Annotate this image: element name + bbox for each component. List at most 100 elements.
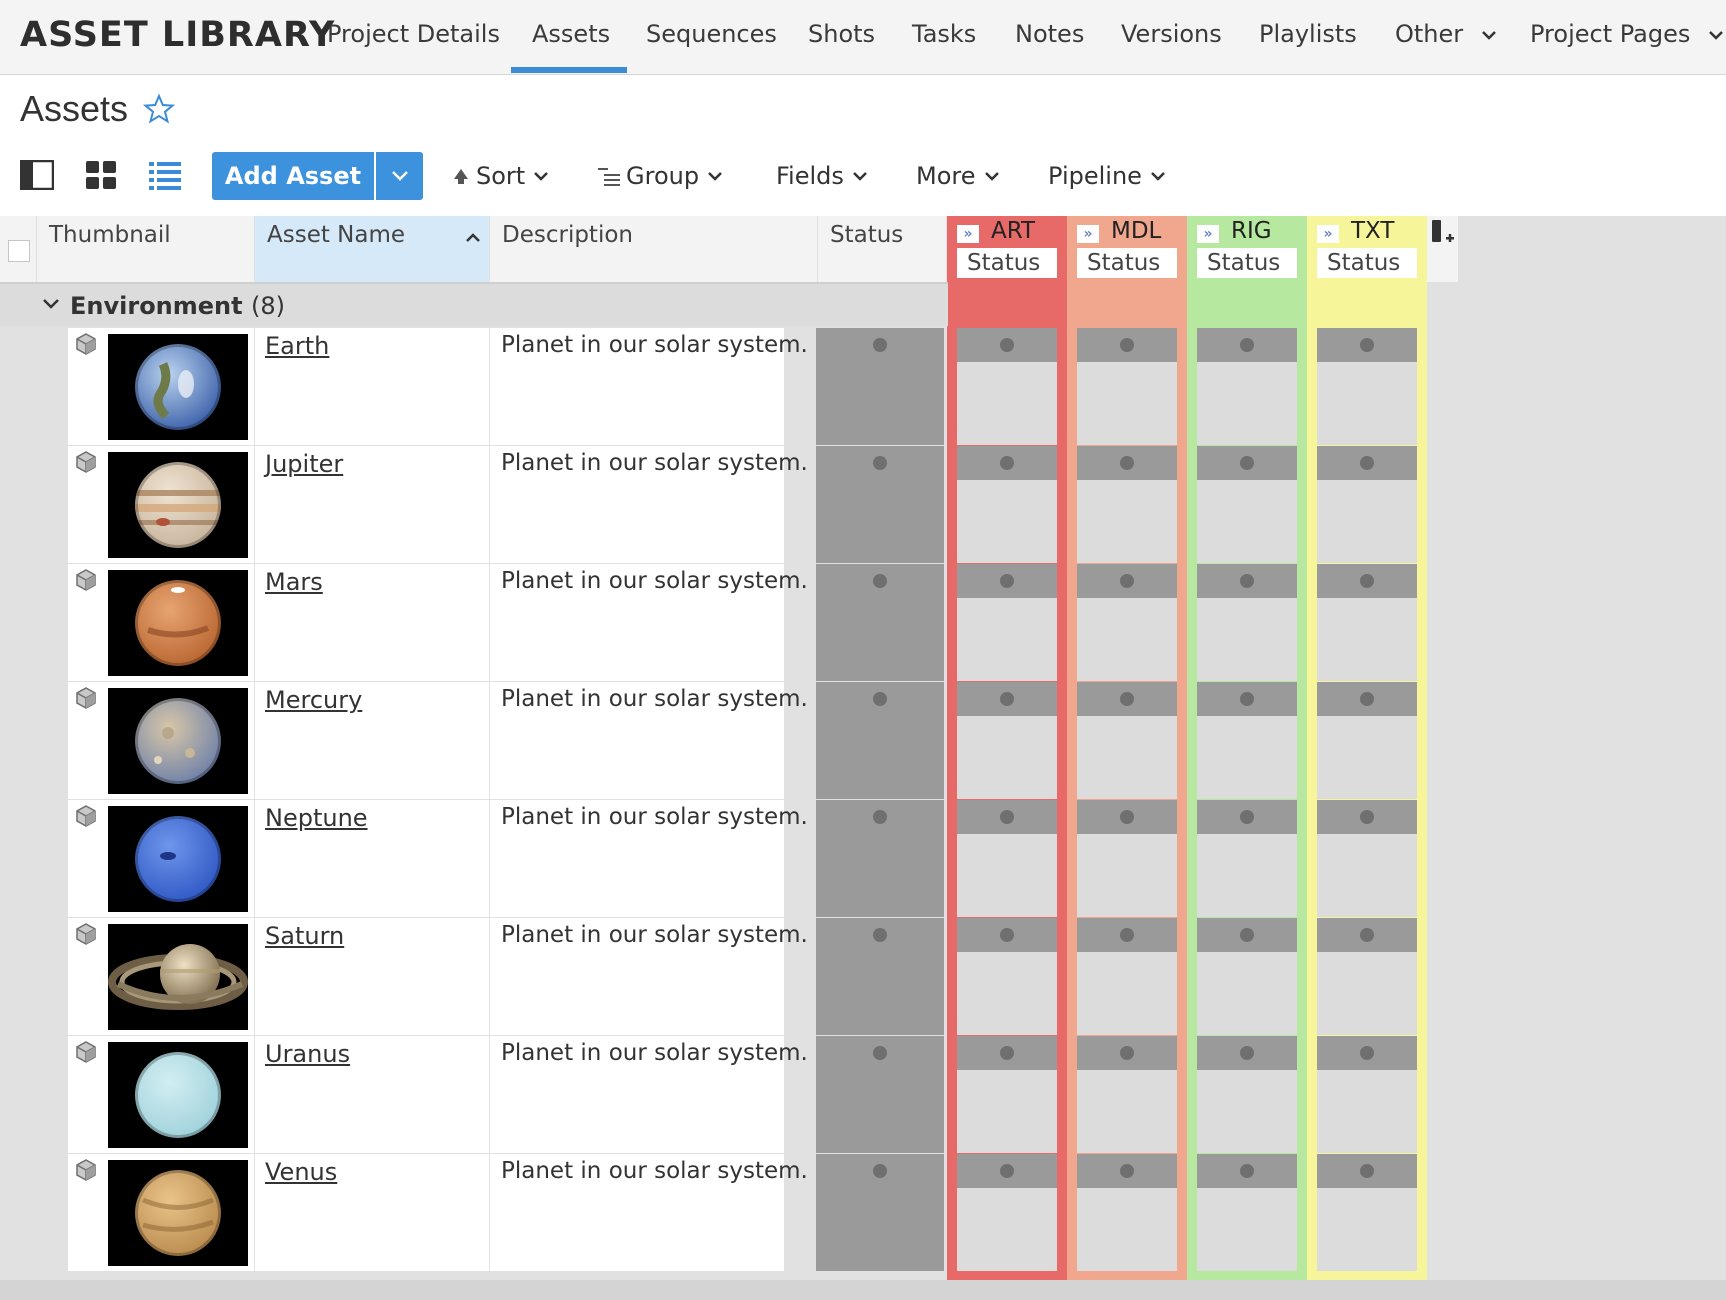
expand-step-icon[interactable]: » bbox=[1077, 225, 1099, 243]
pipeline-status-cell[interactable] bbox=[1317, 1036, 1417, 1153]
description-cell[interactable]: Planet in our solar system. bbox=[490, 918, 808, 1035]
asset-name-link[interactable]: Mars bbox=[265, 568, 323, 596]
table-row[interactable]: Jupiter Planet in our solar system. bbox=[68, 446, 1428, 564]
pipeline-status-cell[interactable] bbox=[1197, 564, 1297, 681]
asset-name-link[interactable]: Earth bbox=[265, 332, 329, 360]
asset-thumbnail-image[interactable] bbox=[108, 452, 248, 558]
description-cell[interactable]: Planet in our solar system. bbox=[490, 1154, 808, 1271]
nav-other[interactable]: Other bbox=[1395, 20, 1497, 75]
nav-tasks[interactable]: Tasks bbox=[912, 20, 976, 75]
pipeline-status-cell[interactable] bbox=[957, 446, 1057, 563]
pipeline-status-cell[interactable] bbox=[1317, 682, 1417, 799]
thumbnail-cell[interactable] bbox=[68, 918, 254, 1035]
status-cell[interactable] bbox=[816, 1154, 944, 1271]
pipeline-status-cell[interactable] bbox=[1077, 682, 1177, 799]
pipeline-step-status-header[interactable]: Status bbox=[1197, 248, 1297, 278]
thumbnail-cell[interactable] bbox=[68, 564, 254, 681]
asset-thumbnail-image[interactable] bbox=[108, 1160, 248, 1266]
pipeline-status-cell[interactable] bbox=[957, 682, 1057, 799]
nav-playlists[interactable]: Playlists bbox=[1259, 20, 1357, 75]
table-row[interactable]: Venus Planet in our solar system. bbox=[68, 1154, 1428, 1272]
asset-thumbnail-image[interactable] bbox=[108, 1042, 248, 1148]
pipeline-status-cell[interactable] bbox=[957, 1036, 1057, 1153]
fields-menu[interactable]: Fields bbox=[776, 162, 868, 190]
group-menu[interactable]: Group bbox=[598, 162, 723, 190]
pipeline-status-cell[interactable] bbox=[1077, 1154, 1177, 1271]
status-cell[interactable] bbox=[816, 564, 944, 681]
detail-view-icon[interactable] bbox=[20, 160, 54, 190]
column-header-status[interactable]: Status bbox=[818, 216, 946, 282]
thumbnail-cell[interactable] bbox=[68, 1036, 254, 1153]
asset-name-link[interactable]: Venus bbox=[265, 1158, 337, 1186]
asset-thumbnail-image[interactable] bbox=[108, 570, 248, 676]
pipeline-step-status-header[interactable]: Status bbox=[957, 248, 1057, 278]
description-cell[interactable]: Planet in our solar system. bbox=[490, 446, 808, 563]
pipeline-step-status-header[interactable]: Status bbox=[1317, 248, 1417, 278]
asset-thumbnail-image[interactable] bbox=[108, 806, 248, 912]
pipeline-step-header[interactable]: » ART bbox=[947, 216, 1067, 246]
nav-sequences[interactable]: Sequences bbox=[646, 20, 777, 75]
pipeline-status-cell[interactable] bbox=[1197, 1036, 1297, 1153]
nav-project-details[interactable]: Project Details bbox=[327, 20, 500, 75]
nav-project-pages[interactable]: Project Pages bbox=[1530, 20, 1724, 75]
nav-versions[interactable]: Versions bbox=[1121, 20, 1222, 75]
pipeline-status-cell[interactable] bbox=[1317, 328, 1417, 445]
pipeline-status-cell[interactable] bbox=[1077, 446, 1177, 563]
pipeline-status-cell[interactable] bbox=[957, 800, 1057, 917]
pipeline-status-cell[interactable] bbox=[957, 1154, 1057, 1271]
pipeline-status-cell[interactable] bbox=[1197, 918, 1297, 1035]
list-view-icon[interactable] bbox=[148, 160, 182, 190]
table-row[interactable]: Earth Planet in our solar system. bbox=[68, 328, 1428, 446]
asset-thumbnail-image[interactable] bbox=[108, 334, 248, 440]
pipeline-status-cell[interactable] bbox=[1197, 328, 1297, 445]
table-row[interactable]: Mercury Planet in our solar system. bbox=[68, 682, 1428, 800]
description-cell[interactable]: Planet in our solar system. bbox=[490, 1036, 808, 1153]
asset-name-link[interactable]: Neptune bbox=[265, 804, 368, 832]
expand-step-icon[interactable]: » bbox=[1197, 225, 1219, 243]
pipeline-status-cell[interactable] bbox=[1317, 918, 1417, 1035]
pipeline-step-status-header[interactable]: Status bbox=[1077, 248, 1177, 278]
pipeline-status-cell[interactable] bbox=[1197, 446, 1297, 563]
asset-thumbnail-image[interactable] bbox=[108, 924, 248, 1030]
thumbnail-cell[interactable] bbox=[68, 328, 254, 445]
pipeline-status-cell[interactable] bbox=[1197, 682, 1297, 799]
pipeline-status-cell[interactable] bbox=[1197, 1154, 1297, 1271]
asset-name-link[interactable]: Saturn bbox=[265, 922, 344, 950]
pipeline-status-cell[interactable] bbox=[1077, 1036, 1177, 1153]
pipeline-status-cell[interactable] bbox=[957, 328, 1057, 445]
table-row[interactable]: Saturn Planet in our solar system. bbox=[68, 918, 1428, 1036]
status-cell[interactable] bbox=[816, 446, 944, 563]
thumbnail-cell[interactable] bbox=[68, 800, 254, 917]
collapse-chevron-icon[interactable] bbox=[42, 297, 60, 311]
status-cell[interactable] bbox=[816, 800, 944, 917]
pipeline-status-cell[interactable] bbox=[1077, 564, 1177, 681]
sort-menu[interactable]: Sort bbox=[452, 162, 549, 190]
thumbnail-view-icon[interactable] bbox=[84, 160, 118, 190]
favorite-star-icon[interactable] bbox=[143, 93, 175, 125]
thumbnail-cell[interactable] bbox=[68, 682, 254, 799]
thumbnail-cell[interactable] bbox=[68, 1154, 254, 1271]
expand-step-icon[interactable]: » bbox=[957, 225, 979, 243]
app-title[interactable]: ASSET LIBRARY bbox=[20, 15, 335, 55]
column-header-asset-name[interactable]: Asset Name bbox=[255, 216, 489, 282]
column-header-description[interactable]: Description bbox=[490, 216, 817, 282]
add-column-header[interactable] bbox=[1426, 216, 1458, 282]
status-cell[interactable] bbox=[816, 918, 944, 1035]
add-asset-button[interactable]: Add Asset bbox=[212, 152, 374, 200]
asset-name-link[interactable]: Jupiter bbox=[265, 450, 343, 478]
pipeline-status-cell[interactable] bbox=[957, 918, 1057, 1035]
pipeline-status-cell[interactable] bbox=[1077, 918, 1177, 1035]
description-cell[interactable]: Planet in our solar system. bbox=[490, 564, 808, 681]
description-cell[interactable]: Planet in our solar system. bbox=[490, 800, 808, 917]
select-all-checkbox[interactable] bbox=[8, 240, 30, 262]
status-cell[interactable] bbox=[816, 682, 944, 799]
table-row[interactable]: Uranus Planet in our solar system. bbox=[68, 1036, 1428, 1154]
table-row[interactable]: Neptune Planet in our solar system. bbox=[68, 800, 1428, 918]
table-row[interactable]: Mars Planet in our solar system. bbox=[68, 564, 1428, 682]
nav-shots[interactable]: Shots bbox=[808, 20, 875, 75]
asset-name-link[interactable]: Uranus bbox=[265, 1040, 350, 1068]
more-menu[interactable]: More bbox=[916, 162, 1000, 190]
asset-name-link[interactable]: Mercury bbox=[265, 686, 362, 714]
pipeline-step-header[interactable]: » MDL bbox=[1067, 216, 1187, 246]
group-row-environment[interactable]: Environment (8) bbox=[0, 282, 948, 326]
